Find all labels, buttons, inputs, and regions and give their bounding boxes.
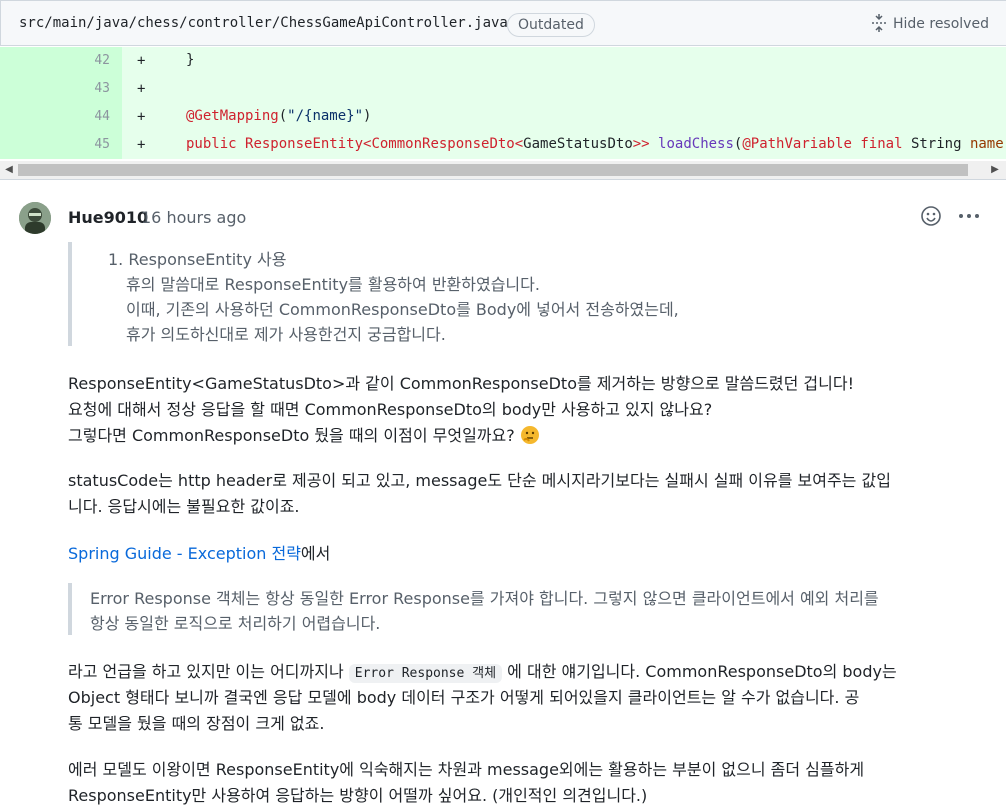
line-number[interactable]: 42 <box>0 47 122 75</box>
fold-icon <box>872 14 886 32</box>
line-number[interactable]: 45 <box>0 131 122 159</box>
outdated-badge: Outdated <box>507 13 595 37</box>
smiley-icon[interactable] <box>920 205 942 227</box>
comment-text: 요청에 대해서 정상 응답을 할 때면 CommonResponseDto의 b… <box>68 400 713 419</box>
horizontal-scrollbar[interactable]: ◀ ▶ <box>0 161 1006 179</box>
comment-text: 그렇다면 CommonResponseDto 뒀을 때의 이점이 무엇일까요? <box>68 422 540 446</box>
quote-line: 휴가 의도하신대로 제가 사용한건지 궁금합니다. <box>126 325 446 344</box>
diff-sign: + <box>137 53 146 69</box>
inline-code: Error Response 객체 <box>348 664 503 683</box>
avatar-image <box>19 202 51 234</box>
quote-line: 이때, 기존의 사용하던 CommonResponseDto를 Body에 넣어… <box>126 300 679 319</box>
comment-time[interactable]: 16 hours ago <box>141 208 246 227</box>
file-path[interactable]: src/main/java/chess/controller/ChessGame… <box>19 15 508 31</box>
quote-line: 휴의 말씀대로 ResponseEntity를 활용하여 반환하였습니다. <box>126 275 540 294</box>
spring-guide-link[interactable]: Spring Guide - Exception 전략 <box>68 544 301 563</box>
scroll-right-icon[interactable]: ▶ <box>986 161 1004 179</box>
comment-text: 라고 언급을 하고 있지만 이는 어디까지나 Error Response 객체… <box>68 662 897 683</box>
avatar[interactable] <box>19 202 51 234</box>
diff-sign: + <box>137 81 146 97</box>
comment-text: Object 형태다 보니까 결국엔 응답 모델에 body 데이터 구조가 어… <box>68 688 860 707</box>
thinking-face-icon <box>520 426 539 444</box>
diff-line: 45 + public ResponseEntity<CommonRespons… <box>0 131 1006 159</box>
diff-sign: + <box>137 137 146 153</box>
diff-line: 44 + @GetMapping("/{name}") <box>0 103 1006 131</box>
divider <box>0 179 1006 180</box>
code-line: public ResponseEntity<CommonResponseDto<… <box>186 136 1006 152</box>
comment-text: ResponseEntity만 사용하여 응답하는 방향이 어떨까 싶어요. (… <box>68 786 648 805</box>
quote-line: Error Response 객체는 항상 동일한 Error Response… <box>90 589 879 608</box>
comment-text: 에러 모델도 이왕이면 ResponseEntity에 익숙해지는 차원과 me… <box>68 760 865 779</box>
hide-resolved-button[interactable]: Hide resolved <box>871 14 989 32</box>
comment-text: ResponseEntity<GameStatusDto>과 같이 Common… <box>68 374 854 393</box>
scrollbar-thumb[interactable] <box>18 164 968 176</box>
comment-text: 통 모델을 뒀을 때의 장점이 크게 없죠. <box>68 714 325 733</box>
code-line: @GetMapping("/{name}") <box>186 108 372 124</box>
quote-line: 1. ResponseEntity 사용 <box>108 250 287 269</box>
hide-resolved-label: Hide resolved <box>893 16 989 32</box>
diff-line: 43 + <box>0 75 1006 103</box>
comment-text: 니다. 응답시에는 불필요한 값이죠. <box>68 497 300 516</box>
comment-text: statusCode는 http header로 제공이 되고 있고, mess… <box>68 471 891 490</box>
comment-text: Spring Guide - Exception 전략에서 <box>68 544 331 563</box>
diff-view: 42 + } 43 + 44 + @GetMapping("/{name}") … <box>0 47 1006 161</box>
line-number[interactable]: 43 <box>0 75 122 103</box>
scroll-left-icon[interactable]: ◀ <box>0 161 18 179</box>
diff-sign: + <box>137 109 146 125</box>
code-line: } <box>186 52 195 68</box>
blockquote: 1. ResponseEntity 사용 휴의 말씀대로 ResponseEnt… <box>68 242 972 346</box>
line-number[interactable]: 44 <box>0 103 122 131</box>
comment-author[interactable]: Hue9010 <box>68 208 148 227</box>
quote-line: 항상 동일한 로직으로 처리하기 어렵습니다. <box>90 614 381 633</box>
diff-line: 42 + } <box>0 47 1006 75</box>
kebab-horizontal-icon[interactable] <box>956 205 982 227</box>
blockquote: Error Response 객체는 항상 동일한 Error Response… <box>68 583 972 635</box>
file-header: src/main/java/chess/controller/ChessGame… <box>0 0 1006 46</box>
